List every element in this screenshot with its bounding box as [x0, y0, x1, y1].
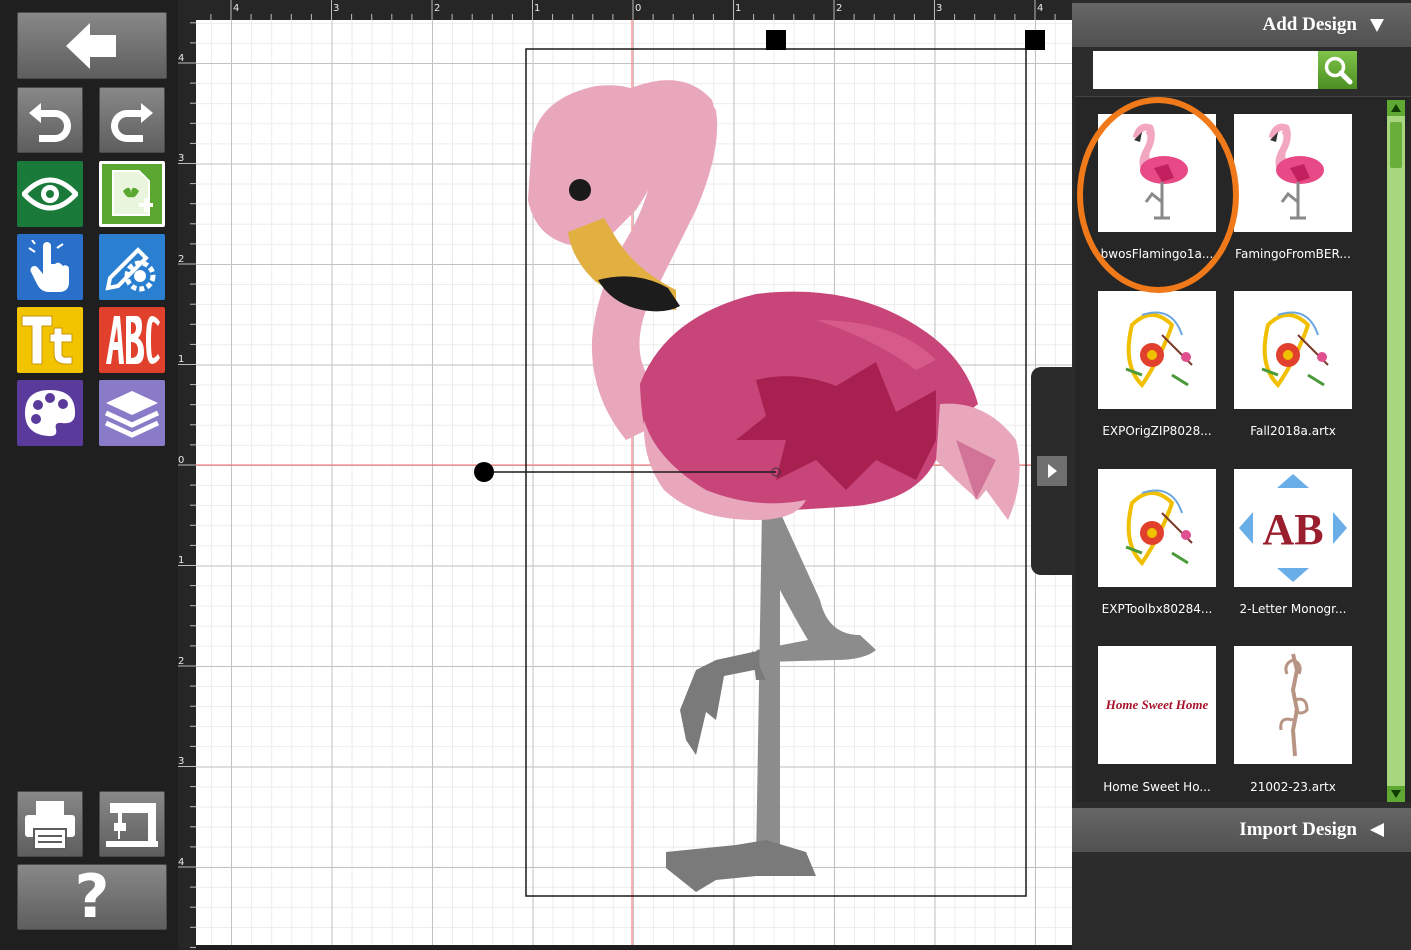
design-thumbnail[interactable]	[1234, 291, 1352, 409]
help-button[interactable]: ?	[17, 864, 167, 930]
left-ruler-label: 0	[178, 455, 185, 466]
import-design-title: Import Design	[1239, 819, 1357, 840]
left-ruler-label: 3	[178, 756, 185, 767]
floral-thumbnail-icon	[1261, 311, 1329, 389]
design-label: 21002-23.artx	[1250, 780, 1336, 794]
undo-icon	[29, 103, 71, 142]
expand-arrow-icon[interactable]	[1037, 456, 1067, 486]
pointer-hand-icon	[28, 240, 69, 292]
left-toolbar: ?	[0, 0, 178, 950]
left-ruler-label: 4	[178, 857, 185, 868]
panel-toggle-tab[interactable]	[1031, 367, 1073, 575]
top-ruler-label: 2	[434, 3, 441, 14]
design-thumbnail[interactable]	[1234, 114, 1352, 232]
colors-button[interactable]	[17, 380, 83, 446]
palette-icon	[25, 390, 76, 437]
design-label: bwosFlamingo1a...	[1100, 247, 1214, 261]
sewing-machine-icon	[106, 803, 158, 847]
add-design-button[interactable]	[99, 161, 165, 227]
design-search-input[interactable]	[1093, 51, 1319, 89]
scrollbar-thumb[interactable]	[1390, 122, 1402, 168]
design-label: Fall2018a.artx	[1250, 424, 1336, 438]
redo-icon	[111, 103, 153, 142]
left-ruler-label: 2	[178, 254, 185, 265]
select-button[interactable]	[17, 234, 83, 300]
monogram-thumbnail-icon: AB	[1239, 474, 1347, 582]
left-ruler: 4 3 2 1 0 1 2 3 4	[178, 20, 196, 950]
monogram-abc-icon	[106, 316, 160, 364]
top-ruler-label: 0	[635, 3, 642, 14]
flamingo-thumbnail-icon	[1132, 123, 1188, 220]
printer-icon	[25, 801, 75, 850]
rotate-handle[interactable]	[766, 30, 786, 50]
top-ruler: 4 3 2 1 0 1 2 3 4	[178, 0, 1072, 20]
preview-button[interactable]	[17, 161, 83, 227]
flamingo-design[interactable]	[528, 80, 1020, 892]
canvas-drawing	[196, 20, 1072, 945]
collapse-down-icon	[1370, 19, 1384, 32]
sew-button[interactable]	[99, 791, 165, 857]
search-button[interactable]	[1318, 51, 1357, 89]
layers-button[interactable]	[99, 380, 165, 446]
design-label: EXPOrigZIP8028...	[1102, 424, 1212, 438]
add-design-title: Add Design	[1262, 14, 1358, 35]
redo-button[interactable]	[99, 87, 165, 153]
back-button[interactable]	[17, 12, 167, 79]
left-ruler-label: 2	[178, 656, 185, 667]
left-ruler-label: 4	[178, 53, 185, 64]
add-design-header[interactable]: Add Design	[1072, 3, 1411, 47]
scroll-down-icon[interactable]	[1387, 786, 1405, 802]
scroll-up-icon[interactable]	[1387, 100, 1405, 116]
top-ruler-label: 3	[333, 3, 340, 14]
top-ruler-label: 1	[534, 3, 541, 14]
floral-thumbnail-icon	[1125, 489, 1193, 567]
top-ruler-label: 1	[735, 3, 742, 14]
top-ruler-label: 3	[936, 3, 943, 14]
add-design-icon	[112, 170, 153, 216]
design-thumbnail[interactable]: AB	[1234, 469, 1352, 587]
home-sweet-home-text: Home Sweet Home	[1105, 697, 1209, 712]
layers-icon	[104, 391, 160, 438]
eye-icon	[22, 177, 78, 211]
design-library-panel: Add Design bwosFlamingo1a... FamingoFrom…	[1072, 0, 1411, 950]
edit-gear-icon	[105, 247, 156, 292]
edit-button[interactable]	[99, 234, 165, 300]
resize-handle[interactable]	[1025, 30, 1045, 50]
monogram-letters: AB	[1262, 505, 1323, 554]
left-ruler-label: 1	[178, 354, 185, 365]
top-ruler-label: 4	[233, 3, 240, 14]
design-label: 2-Letter Monogr...	[1239, 602, 1347, 616]
monogram-button[interactable]	[99, 307, 165, 373]
floral-stem-thumbnail-icon	[1279, 653, 1309, 757]
flamingo-thumbnail-icon	[1268, 123, 1324, 220]
design-thumbnail[interactable]	[1098, 469, 1216, 587]
design-thumbnail[interactable]: Home Sweet Home	[1098, 646, 1216, 764]
text-button[interactable]	[17, 307, 83, 373]
print-button[interactable]	[17, 791, 83, 857]
undo-button[interactable]	[17, 87, 83, 153]
pivot-handle[interactable]	[474, 462, 494, 482]
text-tt-icon	[21, 315, 73, 365]
back-arrow-icon	[66, 22, 116, 69]
left-ruler-label: 3	[178, 153, 185, 164]
design-thumbnail[interactable]	[1098, 291, 1216, 409]
top-ruler-label: 2	[836, 3, 843, 14]
search-icon	[1324, 56, 1352, 85]
import-design-header[interactable]: Import Design	[1072, 808, 1411, 852]
left-ruler-label: 1	[178, 555, 185, 566]
design-label: EXPToolbx80284...	[1101, 602, 1213, 616]
design-canvas[interactable]	[196, 20, 1072, 945]
collapse-left-icon	[1370, 823, 1384, 837]
library-scrollbar[interactable]	[1387, 100, 1405, 802]
design-thumbnail[interactable]	[1234, 646, 1352, 764]
design-thumbnail-list[interactable]: bwosFlamingo1a... FamingoFromBER... EXPO…	[1075, 96, 1411, 802]
question-icon: ?	[74, 862, 110, 932]
design-thumbnail[interactable]	[1098, 114, 1216, 232]
design-label: FamingoFromBER...	[1235, 247, 1351, 261]
floral-thumbnail-icon	[1125, 311, 1193, 389]
top-ruler-label: 4	[1037, 3, 1044, 14]
design-label: Home Sweet Ho...	[1103, 780, 1211, 794]
